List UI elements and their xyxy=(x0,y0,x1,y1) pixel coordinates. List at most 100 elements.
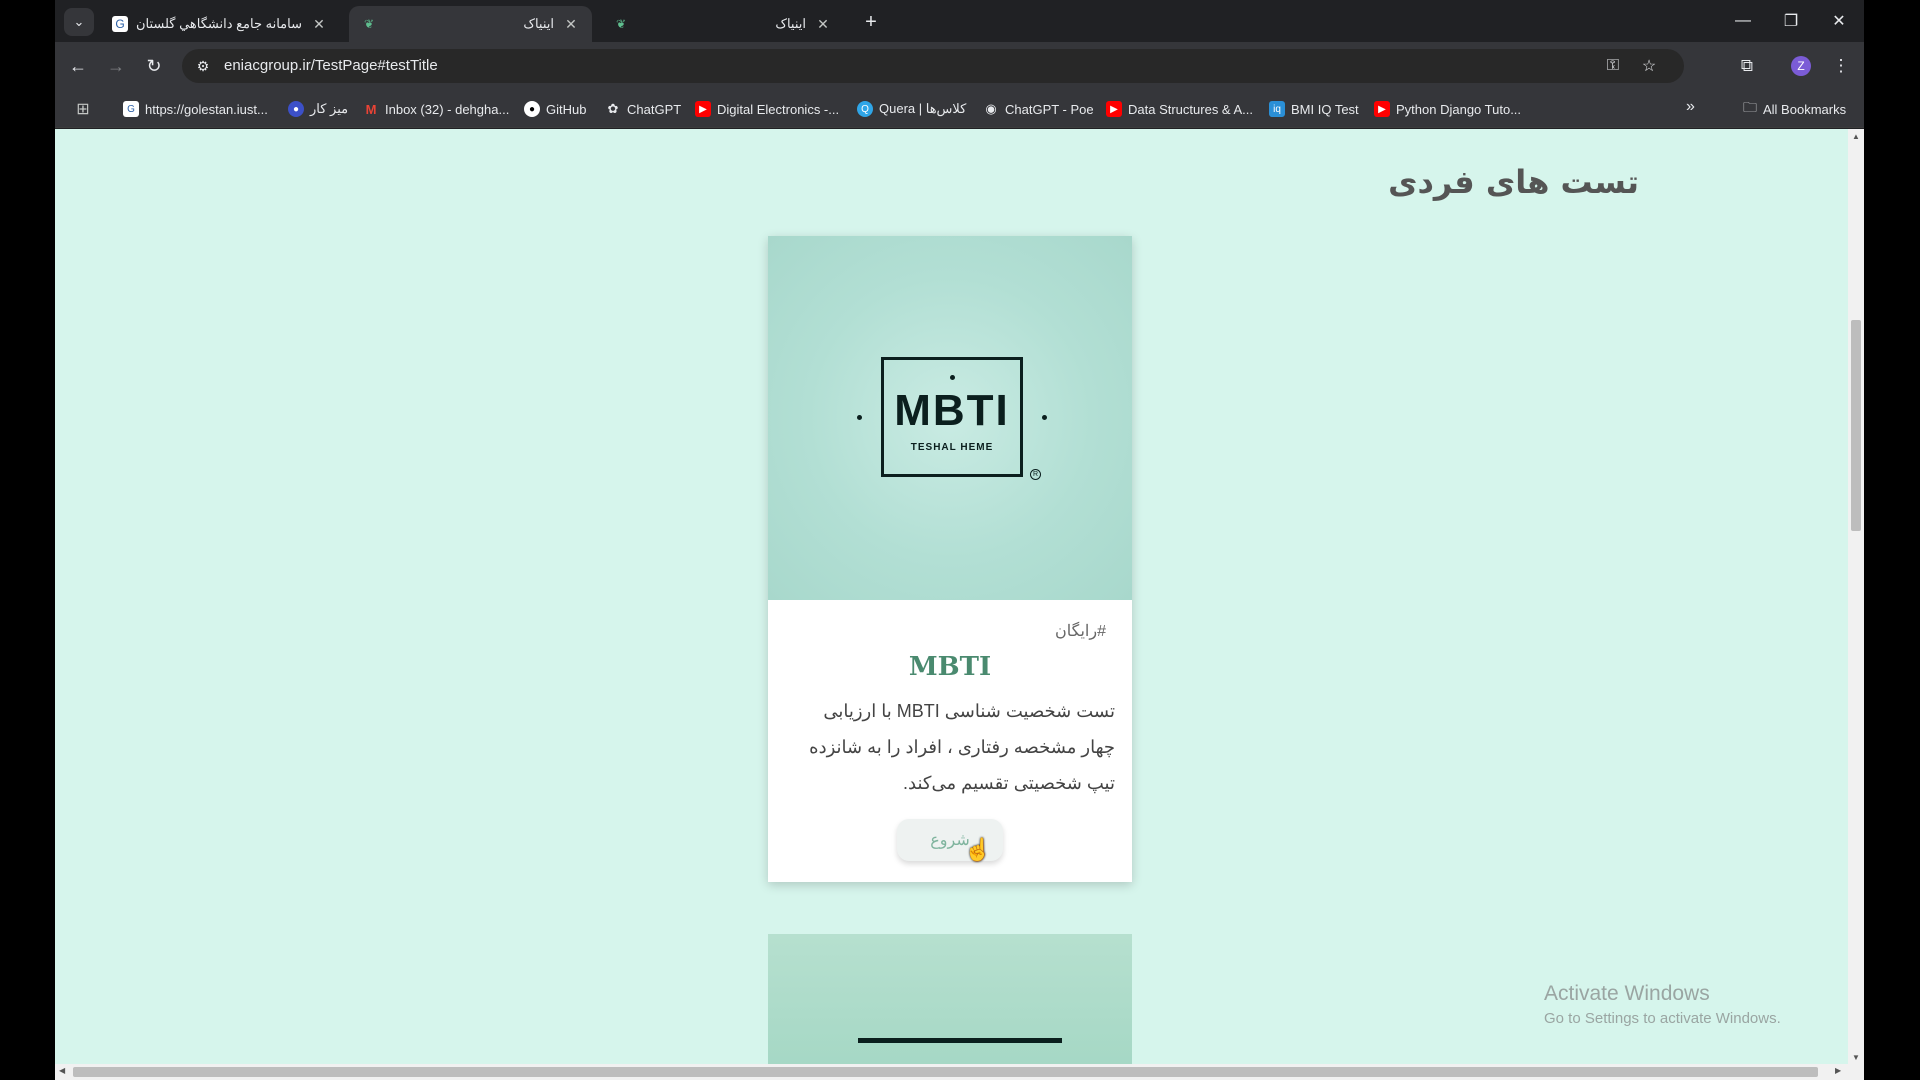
bookmark-label: GitHub xyxy=(546,101,587,117)
folder-icon: 🗀 xyxy=(1743,99,1757,115)
bookmark-gmail[interactable]: M Inbox (32) - dehgha... xyxy=(363,97,510,121)
activate-windows-watermark: Activate Windows Go to Settings to activ… xyxy=(1544,982,1781,1027)
bookmark-poe[interactable]: ◉ ChatGPT - Poe xyxy=(983,97,1094,121)
bookmark-label: BMI IQ Test xyxy=(1291,101,1359,117)
menu-kebab-icon[interactable]: ⋮ xyxy=(1827,52,1855,80)
youtube-icon: ▶ xyxy=(695,101,711,117)
close-tab-icon[interactable]: ✕ xyxy=(814,16,832,33)
logo-dot xyxy=(950,375,955,380)
tab-eniac-active[interactable]: ❦ اینیاک ✕ xyxy=(349,6,592,42)
back-button[interactable]: ← xyxy=(64,52,92,80)
page-viewport: تست های فردی MBTI TESHAL HEME R #رایگان … xyxy=(55,129,1864,1080)
apps-grid-icon[interactable]: ⊞ xyxy=(72,98,94,120)
browser-toolbar: ← → ↻ ⚙ eniacgroup.ir/TestPage#testTitle… xyxy=(55,42,1864,90)
reload-icon: ↻ xyxy=(146,55,162,76)
scroll-left-icon[interactable]: ◀ xyxy=(59,1066,65,1075)
tab-strip: ⌄ G سامانه جامع دانشگاهي گلستان - ✕ ❦ ای… xyxy=(55,0,1864,42)
forward-button[interactable]: → xyxy=(102,52,130,80)
bookmark-label: ChatGPT - Poe xyxy=(1005,101,1094,117)
scroll-right-icon[interactable]: ▶ xyxy=(1835,1066,1841,1075)
bookmark-data-structures[interactable]: ▶ Data Structures & A... xyxy=(1106,97,1253,121)
bookmark-digital-electronics[interactable]: ▶ Digital Electronics -... xyxy=(695,97,839,121)
close-icon: ✕ xyxy=(1832,13,1846,30)
plus-icon: + xyxy=(865,10,877,33)
all-bookmarks-button[interactable]: 🗀 All Bookmarks xyxy=(1743,97,1846,121)
tab-title: اینیاک xyxy=(775,16,806,31)
horizontal-scroll-thumb[interactable] xyxy=(73,1067,1818,1077)
horizontal-scrollbar[interactable]: ◀ ▶ xyxy=(55,1064,1864,1080)
test-description: تست شخصیت شناسی MBTI با ارزیابی چهار مشخ… xyxy=(809,701,1115,793)
mbti-logo-subtext: TESHAL HEME xyxy=(910,442,994,453)
mbti-card-image: MBTI TESHAL HEME R xyxy=(768,236,1132,600)
bookmark-label: https://golestan.iust... xyxy=(145,101,268,117)
bookmark-golestan[interactable]: G https://golestan.iust... xyxy=(123,97,268,121)
tab-title: سامانه جامع دانشگاهي گلستان - xyxy=(136,16,302,31)
hand-pointer-cursor-icon: ☝ xyxy=(964,837,992,862)
tab-golestan[interactable]: G سامانه جامع دانشگاهي گلستان - ✕ xyxy=(100,6,340,42)
restore-icon: ❐ xyxy=(1783,13,1799,30)
vertical-scrollbar[interactable]: ▲ ▼ xyxy=(1848,129,1864,1064)
bookmark-django[interactable]: ▶ Python Django Tuto... xyxy=(1374,97,1521,121)
tab-search-button[interactable]: ⌄ xyxy=(64,8,94,36)
bookmark-chatgpt[interactable]: ✿ ChatGPT xyxy=(605,97,682,121)
bookmarks-overflow-icon[interactable]: » xyxy=(1686,98,1695,116)
arrow-right-icon: → xyxy=(107,55,125,76)
bookmark-dashboard[interactable]: ● میز کار xyxy=(288,97,348,121)
restore-button[interactable]: ❐ xyxy=(1767,0,1815,42)
watermark-title: Activate Windows xyxy=(1544,982,1710,1005)
bookmark-label: Data Structures & A... xyxy=(1128,101,1253,117)
close-window-button[interactable]: ✕ xyxy=(1815,0,1863,42)
price-tag: #رایگان xyxy=(1055,623,1106,640)
close-tab-icon[interactable]: ✕ xyxy=(310,16,328,33)
scroll-up-icon[interactable]: ▲ xyxy=(1852,132,1860,141)
poe-icon: ◉ xyxy=(985,101,997,116)
bookmark-label: میز کار xyxy=(310,101,349,116)
minimize-button[interactable]: — xyxy=(1719,0,1767,42)
youtube-icon: ▶ xyxy=(1374,101,1390,117)
bmi-icon: iq xyxy=(1269,101,1285,117)
profile-avatar[interactable]: Z xyxy=(1791,56,1811,76)
bookmark-bmi-iq[interactable]: iq BMI IQ Test xyxy=(1269,97,1359,121)
extensions-icon[interactable]: ⧉ xyxy=(1733,52,1761,80)
gmail-icon: M xyxy=(365,101,377,117)
bookmark-label: Digital Electronics -... xyxy=(717,101,840,117)
bookmarks-bar: ⊞ G https://golestan.iust... ● میز کار M… xyxy=(55,90,1864,128)
openai-icon: ✿ xyxy=(607,101,619,116)
golestan-icon: G xyxy=(112,16,128,32)
url-text[interactable]: eniacgroup.ir/TestPage#testTitle xyxy=(224,57,438,74)
bookmark-github[interactable]: ● GitHub xyxy=(524,97,586,121)
github-icon: ● xyxy=(524,101,540,117)
bookmark-label: Inbox (32) - dehgha... xyxy=(385,101,510,117)
mbti-logo-text: MBTI xyxy=(894,386,1010,435)
tab-eniac[interactable]: ❦ اینیاک ✕ xyxy=(601,6,844,42)
next-card-logo-bar xyxy=(858,1038,1062,1043)
bookmark-label: ChatGPT xyxy=(627,101,682,117)
browser-window: ⌄ G سامانه جامع دانشگاهي گلستان - ✕ ❦ ای… xyxy=(55,0,1864,1080)
site-info-icon[interactable]: ⚙ xyxy=(192,55,214,77)
watermark-subtitle: Go to Settings to activate Windows. xyxy=(1544,1010,1781,1027)
minimize-icon: — xyxy=(1735,12,1751,29)
logo-dot xyxy=(857,415,862,420)
eniac-leaf-icon: ❦ xyxy=(363,17,375,31)
address-bar[interactable]: ⚙ eniacgroup.ir/TestPage#testTitle ⚿ ☆ xyxy=(182,49,1684,83)
bookmark-label: Quera | کلاس‌ها xyxy=(879,101,967,116)
arrow-left-icon: ← xyxy=(69,55,87,76)
test-name: MBTI xyxy=(908,652,992,682)
bookmark-quera[interactable]: Q Quera | کلاس‌ها xyxy=(857,97,966,121)
eniac-leaf-icon: ❦ xyxy=(615,17,627,31)
page-title: تست های فردی xyxy=(1388,163,1639,201)
all-bookmarks-label: All Bookmarks xyxy=(1763,101,1847,117)
reload-button[interactable]: ↻ xyxy=(140,52,168,80)
test-card-next xyxy=(768,934,1132,1080)
close-tab-icon[interactable]: ✕ xyxy=(562,16,580,33)
vertical-scroll-thumb[interactable] xyxy=(1851,320,1861,531)
registered-mark-icon: R xyxy=(1030,469,1041,480)
new-tab-button[interactable]: + xyxy=(857,8,885,36)
bookmark-label: Python Django Tuto... xyxy=(1396,101,1522,117)
bookmark-star-icon[interactable]: ☆ xyxy=(1638,55,1660,77)
youtube-icon: ▶ xyxy=(1106,101,1122,117)
dashboard-icon: ● xyxy=(288,101,304,117)
logo-dot xyxy=(1042,415,1047,420)
password-key-icon[interactable]: ⚿ xyxy=(1602,55,1624,77)
scroll-down-icon[interactable]: ▼ xyxy=(1852,1053,1860,1062)
